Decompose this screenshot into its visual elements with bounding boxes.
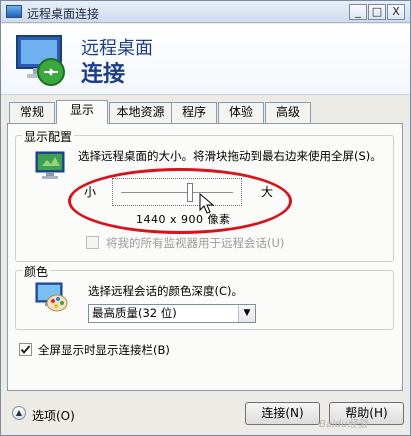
checkmark-icon bbox=[20, 345, 31, 354]
display-config-group: 显示配置 选择远程桌面的大小。将滑块拖动到最右边来使用全屏(S)。 小 大 14… bbox=[15, 128, 394, 262]
tab-general[interactable]: 常规 bbox=[9, 102, 55, 123]
chevron-down-icon[interactable]: ▼ bbox=[238, 305, 255, 322]
color-palette-monitor-icon bbox=[35, 282, 68, 312]
title-bar: 远程桌面连接 _ □ X bbox=[1, 1, 410, 23]
display-size-description: 选择远程桌面的大小。将滑块拖动到最右边来使用全屏(S)。 bbox=[78, 149, 382, 163]
options-toggle[interactable]: 选项(O) bbox=[32, 407, 75, 424]
display-tab-panel: 显示配置 选择远程桌面的大小。将滑块拖动到最右边来使用全屏(S)。 小 大 14… bbox=[7, 123, 403, 391]
monitor-icon bbox=[35, 151, 65, 179]
color-depth-select[interactable]: 最高质量(32 位) ▼ bbox=[88, 304, 256, 323]
display-size-slider[interactable] bbox=[112, 178, 242, 206]
minimize-button[interactable]: _ bbox=[349, 4, 367, 20]
slider-track bbox=[121, 192, 233, 194]
tab-programs[interactable]: 程序 bbox=[171, 102, 217, 123]
multi-monitor-label: 将我的所有监视器用于远程会话(U) bbox=[106, 236, 285, 250]
remote-desktop-icon bbox=[6, 5, 22, 18]
window-title: 远程桌面连接 bbox=[27, 7, 100, 21]
chevron-up-icon[interactable]: ▲ bbox=[12, 406, 26, 420]
slider-small-label: 小 bbox=[84, 185, 97, 199]
tab-local-resources[interactable]: 本地资源 bbox=[109, 102, 172, 123]
slider-thumb[interactable] bbox=[187, 183, 194, 202]
tab-display[interactable]: 显示 bbox=[56, 100, 108, 124]
colors-legend: 颜色 bbox=[22, 263, 51, 280]
header-divider bbox=[1, 94, 410, 95]
display-config-legend: 显示配置 bbox=[22, 128, 75, 145]
close-button[interactable]: X bbox=[387, 4, 405, 20]
connection-bar-checkbox[interactable] bbox=[19, 343, 32, 356]
colors-group: 颜色 选择远程会话的颜色深度(C)。 最高质量(32 位) ▼ bbox=[15, 263, 394, 330]
multi-monitor-checkbox[interactable] bbox=[86, 236, 99, 249]
connection-bar-label: 全屏显示时显示连接栏(B) bbox=[38, 343, 170, 357]
tab-advanced[interactable]: 高级 bbox=[265, 102, 311, 123]
slider-large-label: 大 bbox=[261, 185, 274, 199]
header-title-line2: 连接 bbox=[81, 62, 126, 87]
maximize-button[interactable]: □ bbox=[368, 4, 386, 20]
remote-desktop-logo-icon bbox=[16, 35, 65, 86]
color-depth-description: 选择远程会话的颜色深度(C)。 bbox=[88, 284, 244, 298]
remote-desktop-window: 远程桌面连接 _ □ X 远程桌面 连接 常规 显示 本地资源 程序 体验 高级… bbox=[0, 0, 411, 436]
color-depth-selected: 最高质量(32 位) bbox=[92, 306, 177, 320]
connect-button[interactable]: 连接(N) bbox=[245, 402, 320, 425]
header-banner: 远程桌面 连接 bbox=[1, 24, 410, 94]
watermark: Baidu经验 bbox=[319, 419, 368, 430]
resolution-text: 1440 x 900 像素 bbox=[136, 213, 231, 226]
tab-experience[interactable]: 体验 bbox=[218, 102, 264, 123]
